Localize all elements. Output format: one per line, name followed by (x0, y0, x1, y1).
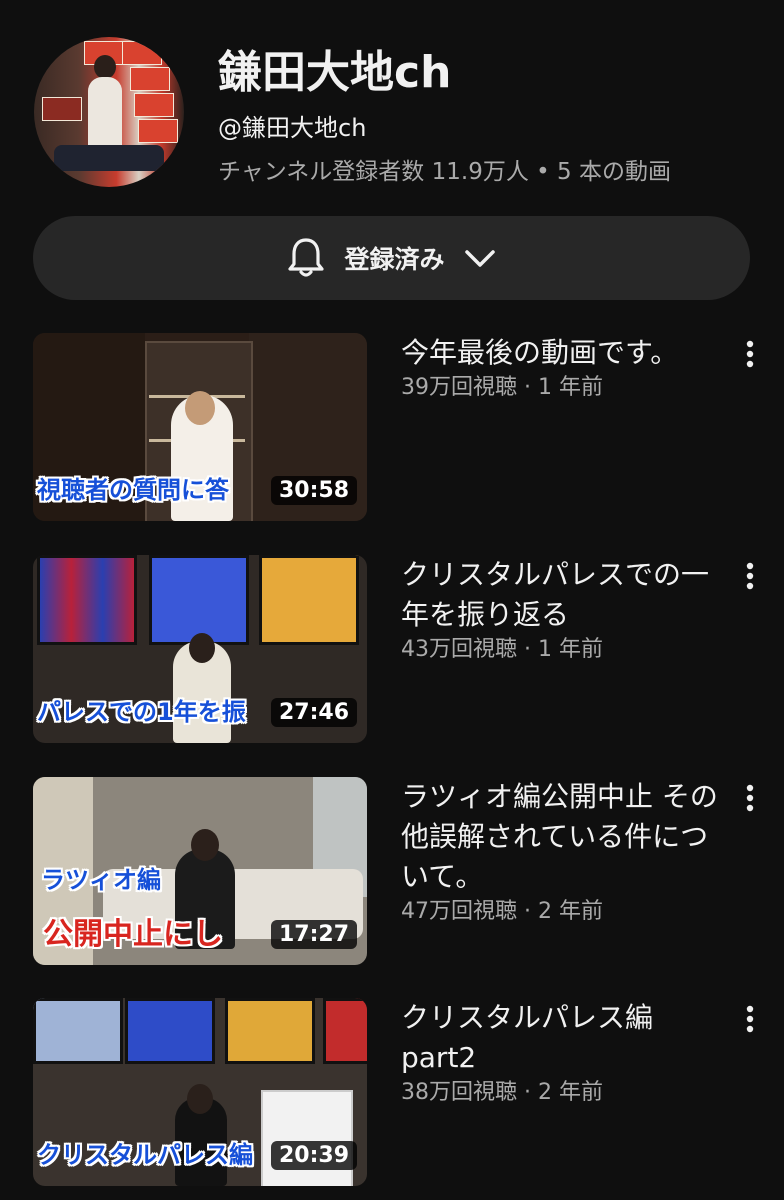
video-title[interactable]: ラツィオ編公開中止 その他誤解されている件について。 (401, 777, 731, 897)
video-title[interactable]: 今年最後の動画です。 (401, 333, 731, 373)
thumbnail-caption: パレスでの1年を振 (37, 698, 246, 726)
video-title[interactable]: クリスタルパレスでの一年を振り返る (401, 555, 731, 635)
video-thumbnail[interactable]: クリスタルパレス編 20:39 (33, 998, 367, 1186)
more-options-icon[interactable] (737, 781, 763, 815)
video-item[interactable]: クリスタルパレス編 20:39 クリスタルパレス編 part2 38万回視聴 ·… (33, 998, 784, 1188)
thumbnail-caption-red: 公開中止にし (43, 917, 223, 952)
video-duration: 30:58 (270, 476, 357, 505)
video-item[interactable]: ラツィオ編 公開中止にし 17:27 ラツィオ編公開中止 その他誤解されている件… (33, 777, 784, 967)
more-options-icon[interactable] (737, 559, 763, 593)
video-title[interactable]: クリスタルパレス編 part2 (401, 998, 731, 1078)
thumbnail-caption: 視聴者の質問に答 (37, 476, 229, 504)
channel-title: 鎌田大地ch (218, 47, 452, 98)
video-meta: 39万回視聴 · 1 年前 (401, 375, 603, 400)
thumbnail-caption: クリスタルパレス編 (37, 1141, 253, 1169)
thumbnail-caption: ラツィオ編 (41, 866, 161, 894)
channel-handle: @鎌田大地ch (218, 114, 367, 142)
video-item[interactable]: パレスでの1年を振 27:46 クリスタルパレスでの一年を振り返る 43万回視聴… (33, 555, 784, 745)
video-duration: 17:27 (270, 920, 357, 949)
subscribed-button[interactable]: 登録済み (33, 216, 750, 300)
subscribed-label: 登録済み (344, 245, 445, 274)
video-thumbnail[interactable]: 視聴者の質問に答 30:58 (33, 333, 367, 521)
video-thumbnail[interactable]: パレスでの1年を振 27:46 (33, 555, 367, 743)
channel-avatar[interactable] (34, 37, 184, 187)
video-duration: 20:39 (270, 1141, 357, 1170)
video-meta: 43万回視聴 · 1 年前 (401, 637, 603, 662)
channel-stats: チャンネル登録者数 11.9万人 • 5 本の動画 (218, 159, 671, 185)
video-duration: 27:46 (270, 698, 357, 727)
chevron-down-icon (464, 250, 495, 267)
bell-icon (288, 238, 325, 277)
more-options-icon[interactable] (737, 1002, 763, 1036)
video-meta: 38万回視聴 · 2 年前 (401, 1080, 603, 1105)
video-item[interactable]: 視聴者の質問に答 30:58 今年最後の動画です。 39万回視聴 · 1 年前 (33, 333, 784, 523)
video-thumbnail[interactable]: ラツィオ編 公開中止にし 17:27 (33, 777, 367, 965)
video-meta: 47万回視聴 · 2 年前 (401, 899, 603, 924)
more-options-icon[interactable] (737, 337, 763, 371)
